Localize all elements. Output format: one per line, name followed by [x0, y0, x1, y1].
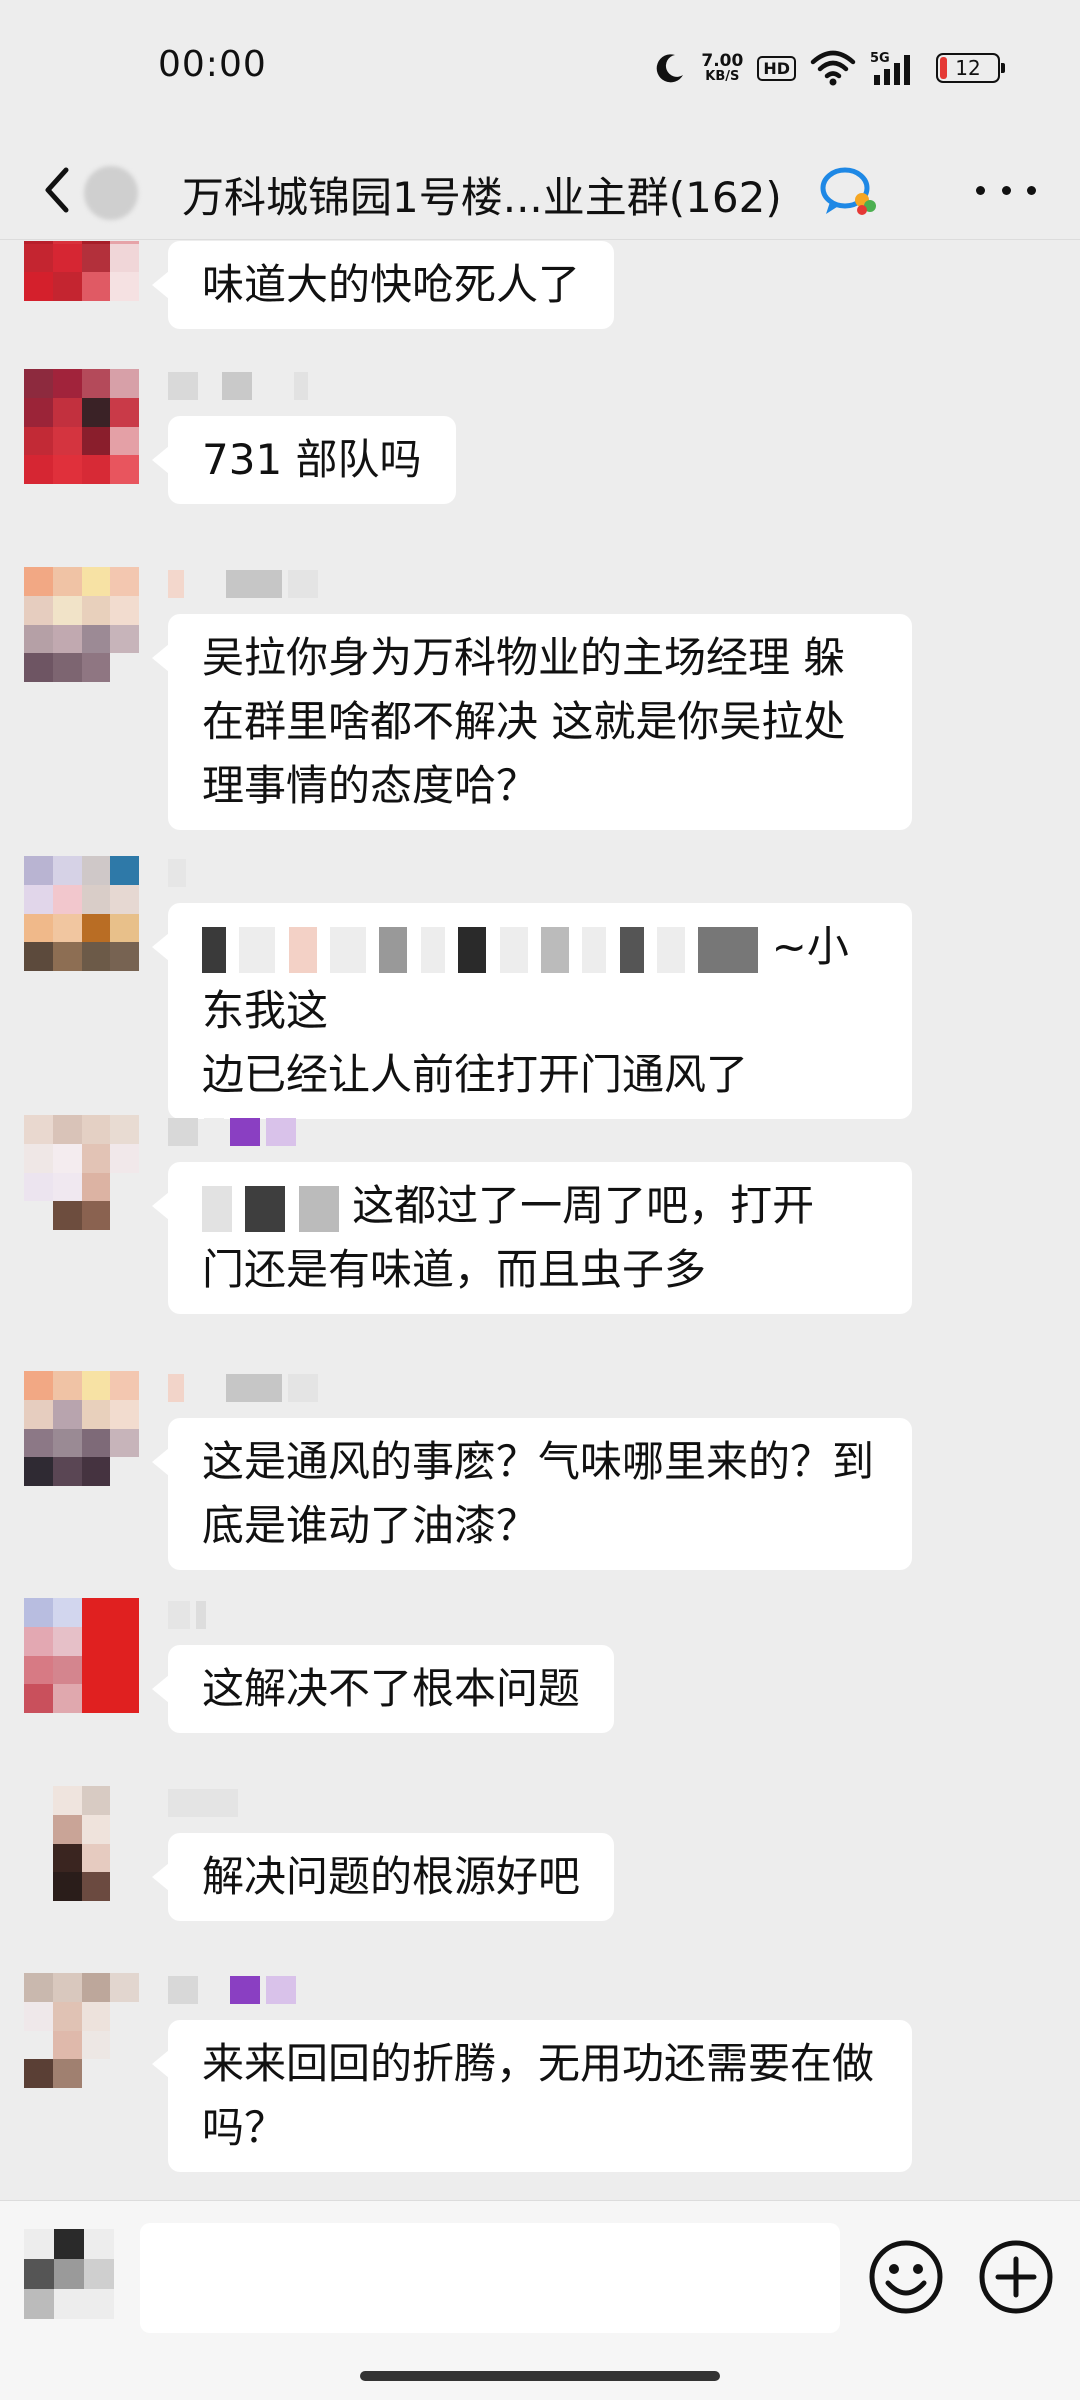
message-list[interactable]: 味道大的快呛死人了 731 部队吗 吴拉你身为万科物业的主场经理 躲在群里啥都不… — [0, 241, 1080, 2201]
input-bar — [0, 2200, 1080, 2400]
status-bar: 00:00 7.00 KB/S HD 5G 12 — [0, 0, 1080, 140]
sender-name — [168, 1371, 318, 1405]
header-avatar — [84, 166, 138, 220]
back-icon[interactable] — [38, 164, 78, 216]
network-speed: 7.00 KB/S — [701, 50, 744, 84]
network-type-label: 5G — [870, 51, 890, 66]
avatar[interactable] — [24, 1371, 139, 1486]
sender-name — [168, 369, 308, 403]
sender-name — [168, 1786, 238, 1820]
message-input[interactable] — [140, 2223, 840, 2333]
chat-header: 万科城锦园1号楼...业主群(162) — [0, 140, 1080, 240]
message-bubble[interactable]: ~小东我这 边已经让人前往打开门通风了 — [152, 903, 912, 1119]
message-bubble[interactable]: 这解决不了根本问题 — [151, 1645, 615, 1733]
status-time: 00:00 — [158, 44, 267, 85]
message-bubble[interactable]: 731 部队吗 — [152, 416, 456, 504]
sender-name — [168, 567, 318, 601]
status-icons: 7.00 KB/S HD 5G 12 — [653, 44, 1005, 92]
message-line: 这都过了一周了吧，打开 — [202, 1174, 878, 1238]
message-text: 解决问题的根源好吧 — [202, 1852, 581, 1901]
message-line: 边已经让人前往打开门通风了 — [202, 1050, 749, 1099]
sender-name — [168, 1973, 296, 2007]
message-text: 731 部队吗 — [202, 435, 422, 484]
message-text: 这是通风的事麽？气味哪里来的？到底是谁动了油漆？ — [202, 1437, 875, 1550]
message-line: 门还是有味道，而且虫子多 — [202, 1245, 707, 1294]
chat-title[interactable]: 万科城锦园1号楼...业主群(162) — [182, 164, 782, 225]
avatar[interactable] — [24, 369, 139, 484]
message-text: 味道大的快呛死人了 — [202, 260, 581, 309]
message-text: 这都过了一周了吧，打开 — [352, 1181, 815, 1230]
voice-toggle-avatar[interactable] — [24, 2229, 114, 2319]
signal-5g-icon: 5G — [870, 51, 910, 85]
avatar[interactable] — [24, 1115, 139, 1230]
avatar[interactable] — [24, 856, 139, 971]
plus-icon[interactable] — [976, 2237, 1056, 2317]
avatar[interactable] — [24, 567, 139, 682]
avatar[interactable] — [24, 1786, 139, 1901]
message-bubble[interactable]: 来来回回的折腾，无用功还需要在做吗？ — [152, 2020, 912, 2172]
message-line: ~小东我这 — [202, 915, 878, 1043]
avatar[interactable] — [24, 1598, 139, 1713]
home-indicator[interactable] — [360, 2371, 720, 2381]
more-icon[interactable] — [976, 168, 1036, 212]
hd-badge: HD — [757, 55, 796, 81]
sender-name — [168, 1598, 206, 1632]
sender-name — [168, 1115, 296, 1149]
group-chat-icon[interactable] — [818, 166, 880, 218]
message-text: 吴拉你身为万科物业的主场经理 躲在群里啥都不解决 这就是你吴拉处理事情的态度哈？ — [202, 633, 846, 810]
message-bubble[interactable]: 味道大的快呛死人了 — [151, 241, 615, 329]
battery-icon: 12 — [936, 53, 1005, 83]
message-bubble[interactable]: 吴拉你身为万科物业的主场经理 躲在群里啥都不解决 这就是你吴拉处理事情的态度哈？ — [152, 614, 912, 830]
sender-name — [168, 856, 186, 890]
emoji-icon[interactable] — [866, 2237, 946, 2317]
battery-fill — [940, 57, 947, 79]
message-bubble[interactable]: 这是通风的事麽？气味哪里来的？到底是谁动了油漆？ — [152, 1418, 912, 1570]
battery-level: 12 — [955, 56, 981, 80]
moon-icon — [657, 54, 684, 83]
message-text: 来来回回的折腾，无用功还需要在做吗？ — [202, 2039, 875, 2152]
wifi-icon — [810, 50, 856, 86]
message-bubble[interactable]: 解决问题的根源好吧 — [151, 1833, 615, 1921]
message-bubble[interactable]: 这都过了一周了吧，打开 门还是有味道，而且虫子多 — [152, 1162, 912, 1314]
message-text: 这解决不了根本问题 — [202, 1664, 581, 1713]
avatar[interactable] — [24, 1973, 139, 2088]
avatar[interactable] — [24, 241, 139, 301]
